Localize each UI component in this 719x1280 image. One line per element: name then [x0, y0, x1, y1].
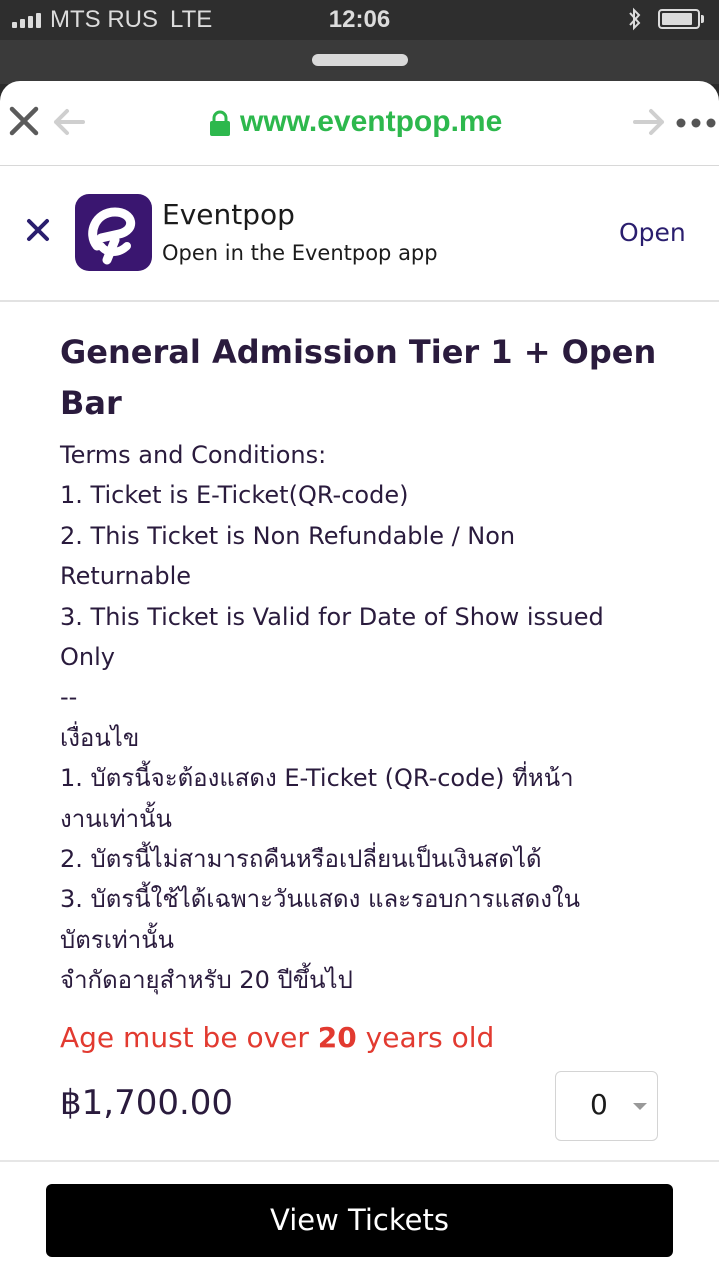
ticket-title-line: Bar: [60, 384, 122, 422]
ticket-title-line: General Admission Tier 1 + Open: [60, 333, 657, 371]
terms-line: เงื่อนไข: [60, 723, 140, 752]
terms-line: 3. บัตรนี้ใช้ได้เฉพาะวันแสดง และรอบการแส…: [60, 885, 581, 914]
age-warning-suffix: years old: [356, 1021, 495, 1054]
terms-line: งานเท่านั้น: [60, 804, 172, 833]
terms-line: 1. Ticket is E-Ticket(QR-code): [60, 481, 409, 510]
browser-sheet: www.eventpop.me Eventpop Open in the Eve…: [0, 81, 719, 1280]
chevron-down-icon: [633, 1103, 647, 1110]
url-bar: www.eventpop.me: [0, 81, 719, 166]
bluetooth-icon: [628, 6, 642, 39]
app-name: Eventpop: [162, 198, 295, 231]
age-warning: Age must be over 20 years old: [60, 1021, 494, 1054]
app-banner: Eventpop Open in the Eventpop app Open: [0, 166, 719, 302]
terms-line: บัตรเท่านั้น: [60, 925, 175, 954]
view-tickets-button[interactable]: View Tickets: [46, 1184, 673, 1257]
app-subtitle: Open in the Eventpop app: [162, 241, 438, 265]
battery-icon: [658, 9, 700, 29]
terms-line: 1. บัตรนี้จะต้องแสดง E-Ticket (QR-code) …: [60, 764, 574, 793]
divider: [0, 1160, 719, 1162]
forward-arrow-icon[interactable]: [632, 107, 666, 137]
url-text[interactable]: www.eventpop.me: [240, 105, 502, 139]
terms-line: Terms and Conditions:: [60, 441, 327, 469]
age-warning-number: 20: [317, 1021, 357, 1054]
age-warning-prefix: Age must be over: [60, 1021, 318, 1054]
terms-line: --: [60, 683, 78, 712]
ticket-details: General Admission Tier 1 + Open Bar Term…: [60, 327, 680, 1001]
terms-line: จำกัดอายุสำหรับ 20 ปีขึ้นไป: [60, 966, 353, 995]
terms-and-conditions: Terms and Conditions: 1. Ticket is E-Tic…: [60, 435, 680, 1001]
terms-line: Returnable: [60, 562, 192, 591]
quantity-value: 0: [590, 1088, 608, 1121]
sheet-drag-handle[interactable]: [312, 54, 408, 66]
open-app-button[interactable]: Open: [619, 218, 686, 247]
status-bar: MTS RUS LTE 12:06: [0, 0, 719, 40]
terms-line: 3. This Ticket is Valid for Date of Show…: [60, 602, 604, 631]
back-arrow-icon[interactable]: [52, 107, 86, 137]
terms-line: 2. This Ticket is Non Refundable / Non: [60, 521, 516, 550]
status-time: 12:06: [328, 6, 391, 33]
terms-line: Only: [60, 643, 115, 672]
close-icon[interactable]: [6, 103, 42, 139]
eventpop-logo-icon[interactable]: [75, 194, 152, 271]
terms-line: 2. บัตรนี้ไม่สามารถคืนหรือเปลี่ยนเป็นเงิ…: [60, 845, 542, 874]
close-icon[interactable]: [26, 218, 50, 242]
lock-icon: [210, 110, 230, 136]
ticket-price: ฿1,700.00: [60, 1083, 234, 1123]
quantity-select[interactable]: 0: [555, 1071, 658, 1141]
battery-tip: [701, 15, 704, 23]
more-icon[interactable]: [676, 118, 716, 128]
ticket-title: General Admission Tier 1 + Open Bar: [60, 327, 680, 429]
